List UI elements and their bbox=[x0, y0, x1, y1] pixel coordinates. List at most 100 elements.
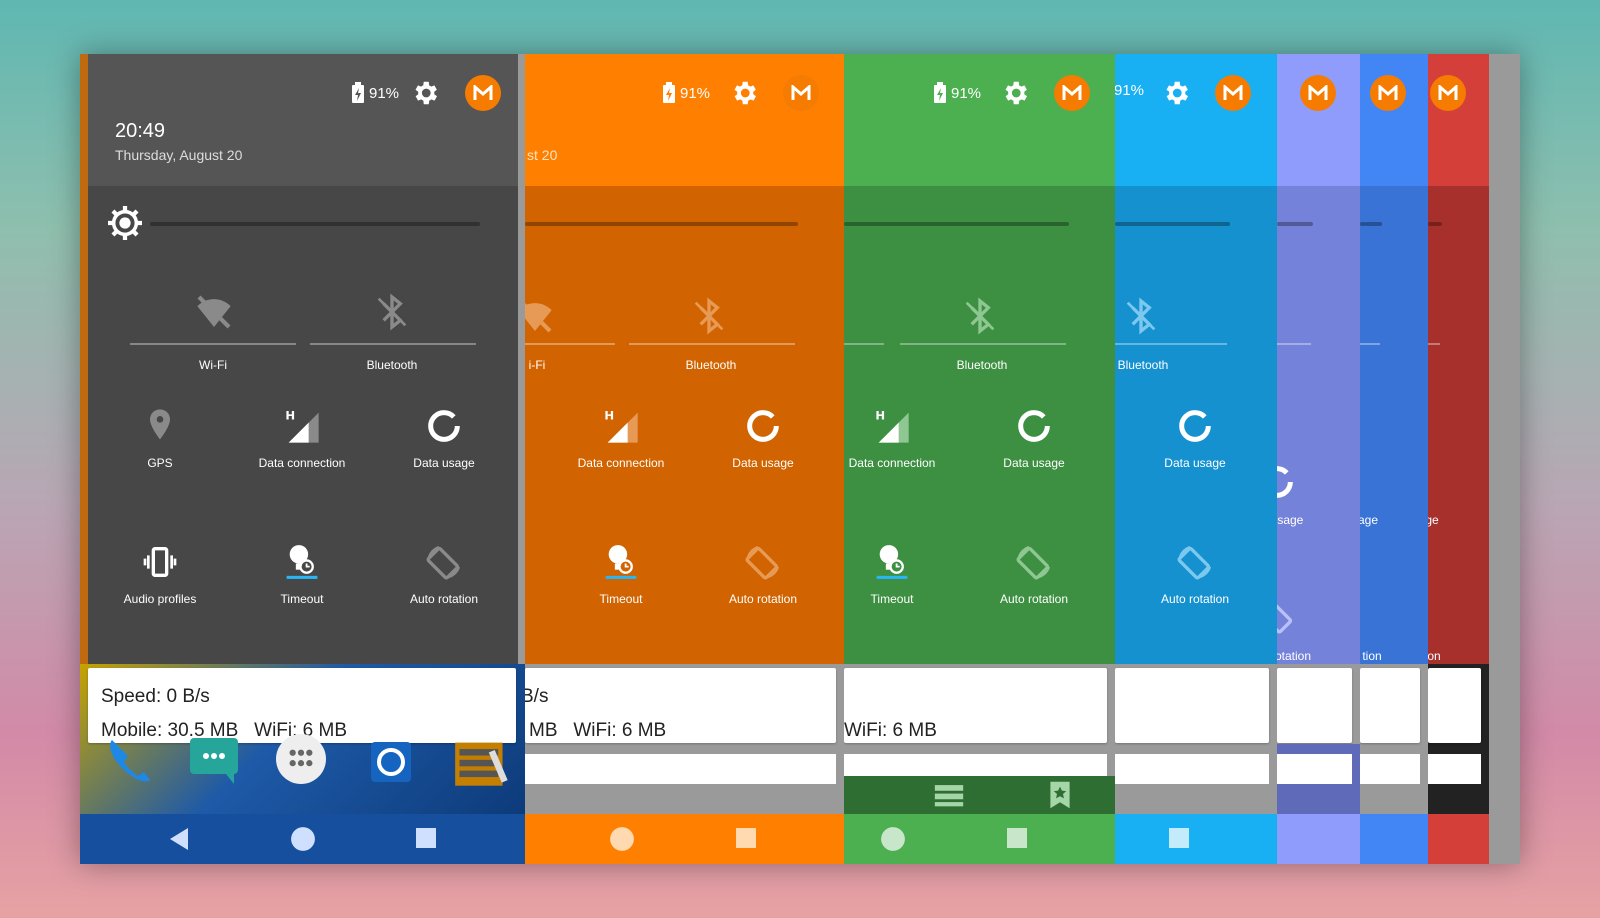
back-nav-icon[interactable] bbox=[168, 826, 192, 852]
tile-auto-rotation-label: tion bbox=[1362, 649, 1382, 663]
messaging-app-icon[interactable] bbox=[186, 734, 242, 786]
network-speed-notification[interactable] bbox=[1428, 668, 1481, 743]
tile-audio-profiles[interactable]: Audio profiles bbox=[90, 542, 230, 606]
speed-text: Speed: 0 B/s bbox=[101, 686, 210, 707]
tile-data-usage[interactable]: Data usage bbox=[1125, 406, 1265, 470]
second-notification[interactable] bbox=[1115, 754, 1269, 784]
network-speed-notification[interactable]: B/s MB WiFi: 6 MB bbox=[525, 668, 836, 743]
settings-gear-icon[interactable] bbox=[729, 78, 759, 108]
divider bbox=[1360, 343, 1380, 345]
tile-wifi-label: Wi-Fi bbox=[199, 358, 227, 372]
quick-settings-grid: age tion bbox=[1360, 186, 1428, 664]
battery-percent-partial: 91% bbox=[1115, 82, 1145, 99]
tile-timeout[interactable]: Timeout bbox=[551, 542, 691, 606]
user-avatar-m-icon[interactable] bbox=[783, 75, 819, 111]
brightness-slider[interactable] bbox=[1360, 222, 1382, 226]
network-speed-notification[interactable] bbox=[1277, 668, 1352, 743]
user-avatar-m-icon[interactable] bbox=[1300, 75, 1336, 111]
tile-auto-rotation[interactable]: Auto rotation bbox=[964, 542, 1104, 606]
tile-bluetooth-label: Bluetooth bbox=[366, 358, 418, 372]
bluetooth-divider bbox=[1115, 343, 1227, 345]
quick-settings-grid: Bluetooth Data usage Auto rotation bbox=[1115, 186, 1277, 664]
tile-auto-rotation[interactable]: Auto rotation bbox=[693, 542, 833, 606]
user-avatar-m-icon[interactable] bbox=[1430, 75, 1466, 111]
tile-data-usage[interactable]: Data usage bbox=[693, 406, 833, 470]
divider bbox=[1428, 343, 1440, 345]
brightness-slider[interactable] bbox=[1428, 222, 1442, 226]
wifi-off-icon[interactable] bbox=[525, 296, 555, 336]
second-notification[interactable] bbox=[1428, 754, 1481, 784]
tile-auto-rotation-label: on bbox=[1428, 649, 1441, 663]
tile-timeout[interactable]: Timeout bbox=[844, 542, 962, 606]
network-speed-notification[interactable]: Speed: 0 B/s Mobile: 30.5 MB WiFi: 6 MB bbox=[88, 668, 516, 743]
network-speed-notification[interactable] bbox=[1360, 668, 1420, 743]
camera-app-icon[interactable] bbox=[366, 734, 416, 786]
settings-gear-icon[interactable] bbox=[410, 78, 440, 108]
bluetooth-off-icon[interactable] bbox=[1121, 296, 1161, 336]
wifi-usage: WiFi: 6 MB bbox=[844, 720, 937, 741]
bookmark-star-icon[interactable] bbox=[1048, 780, 1072, 810]
recents-nav-icon[interactable] bbox=[414, 826, 438, 850]
user-avatar-m-icon[interactable] bbox=[1215, 75, 1251, 111]
screen-rotation-icon[interactable] bbox=[1277, 596, 1297, 636]
cell-signal-h-icon: H bbox=[875, 408, 909, 443]
battery-charging-icon bbox=[934, 82, 946, 103]
home-nav-icon[interactable] bbox=[880, 826, 906, 852]
theme-panel-royal-blue: age tion bbox=[1360, 54, 1428, 864]
bluetooth-off-icon[interactable] bbox=[960, 296, 1000, 336]
tile-data-usage-label: age bbox=[1360, 513, 1379, 527]
tile-auto-rotation-label: Auto rotation bbox=[409, 592, 479, 606]
brightness-slider[interactable] bbox=[525, 222, 798, 226]
divider bbox=[1277, 343, 1311, 345]
tile-data-connection[interactable]: H Data connection bbox=[232, 406, 372, 470]
home-nav-icon[interactable] bbox=[290, 826, 316, 852]
brightness-slider[interactable] bbox=[1277, 222, 1313, 226]
tile-auto-rotation[interactable]: Auto rotation bbox=[374, 542, 514, 606]
tile-data-connection[interactable]: H Data connection bbox=[551, 406, 691, 470]
network-speed-notification[interactable] bbox=[1115, 668, 1269, 743]
battery-percent: 91% bbox=[680, 84, 711, 102]
lightbulb-timer-icon bbox=[286, 545, 318, 579]
battery-indicator: 91% bbox=[1115, 82, 1144, 99]
battery-percent: 91% bbox=[369, 84, 400, 102]
navigation-bar bbox=[80, 814, 525, 864]
tile-data-usage[interactable]: Data usage bbox=[374, 406, 514, 470]
tile-auto-rotation[interactable]: Auto rotation bbox=[1125, 542, 1265, 606]
second-notification[interactable] bbox=[1360, 754, 1420, 784]
app-drawer-icon[interactable] bbox=[276, 734, 326, 784]
settings-gear-icon[interactable] bbox=[1000, 78, 1030, 108]
tile-gps[interactable]: GPS bbox=[90, 406, 230, 470]
home-nav-icon[interactable] bbox=[609, 826, 635, 852]
recents-nav-icon[interactable] bbox=[1005, 826, 1029, 850]
brightness-slider[interactable] bbox=[1115, 222, 1230, 226]
stack-layers-icon[interactable] bbox=[932, 782, 966, 808]
second-notification[interactable] bbox=[1277, 754, 1352, 784]
file-manager-tools-icon[interactable] bbox=[452, 734, 510, 790]
data-usage-ring-icon[interactable] bbox=[1277, 462, 1297, 502]
settings-gear-icon[interactable] bbox=[1161, 78, 1191, 108]
brightness-icon[interactable] bbox=[108, 206, 142, 240]
theme-panel-orange: 91% st 20 i-Fi Bluetooth H Data connecti… bbox=[525, 54, 844, 864]
recents-nav-icon[interactable] bbox=[734, 826, 758, 850]
brightness-slider[interactable] bbox=[844, 222, 1069, 226]
tile-wifi[interactable] bbox=[144, 292, 284, 342]
recents-nav-icon[interactable] bbox=[1167, 826, 1191, 850]
tile-data-connection[interactable]: H Data connection bbox=[844, 406, 962, 470]
screen-rotation-icon bbox=[1016, 545, 1051, 580]
second-notification[interactable] bbox=[525, 754, 836, 784]
user-avatar-m-icon[interactable] bbox=[465, 75, 501, 111]
screen-rotation-icon bbox=[745, 545, 780, 580]
tile-data-connection-label: Data connection bbox=[848, 456, 936, 470]
phone-app-icon[interactable] bbox=[102, 734, 150, 786]
user-avatar-m-icon[interactable] bbox=[1370, 75, 1406, 111]
tile-timeout[interactable]: Timeout bbox=[232, 542, 372, 606]
battery-charging-icon bbox=[663, 82, 675, 103]
brightness-slider[interactable] bbox=[150, 222, 480, 226]
wifi-usage: WiFi: 6 MB bbox=[573, 720, 667, 741]
tile-data-usage-label: ge bbox=[1428, 513, 1439, 527]
tile-bluetooth[interactable] bbox=[322, 292, 462, 342]
bluetooth-off-icon[interactable] bbox=[689, 296, 729, 336]
tile-data-usage[interactable]: Data usage bbox=[964, 406, 1104, 470]
network-speed-notification[interactable]: WiFi: 6 MB bbox=[844, 668, 1107, 743]
user-avatar-m-icon[interactable] bbox=[1054, 75, 1090, 111]
